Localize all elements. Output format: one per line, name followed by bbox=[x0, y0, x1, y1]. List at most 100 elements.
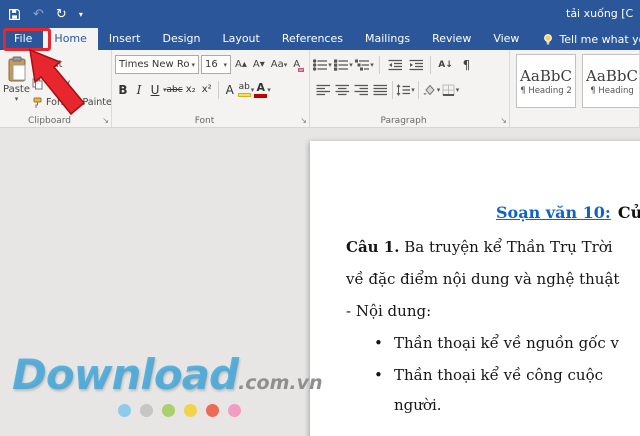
shading-button[interactable]: ▾ bbox=[422, 80, 441, 100]
italic-button[interactable]: I bbox=[131, 79, 147, 100]
text-effects-button[interactable]: A bbox=[222, 79, 238, 100]
subscript-button[interactable]: x₂ bbox=[183, 79, 199, 100]
align-right-icon bbox=[354, 84, 368, 95]
divider bbox=[392, 80, 393, 99]
format-painter-icon bbox=[33, 97, 42, 108]
sort-button[interactable]: A↓ bbox=[436, 55, 455, 75]
heading-rest: Củ bbox=[617, 203, 640, 222]
tab-insert[interactable]: Insert bbox=[98, 28, 152, 50]
save-icon[interactable] bbox=[8, 8, 21, 21]
numbering-button[interactable]: ▾ bbox=[334, 55, 353, 75]
window-title: tải xuống [C bbox=[566, 7, 634, 20]
paragraph-dialog-launcher-icon[interactable]: ↘ bbox=[500, 117, 507, 125]
tab-design[interactable]: Design bbox=[151, 28, 211, 50]
bullet-line: Thần thoại kể về nguồn gốc v bbox=[394, 334, 620, 352]
heading-link[interactable]: Soạn văn 10: bbox=[496, 203, 611, 222]
increase-indent-button[interactable] bbox=[406, 55, 425, 75]
tab-file[interactable]: File bbox=[3, 28, 43, 50]
tab-view[interactable]: View bbox=[482, 28, 530, 50]
justify-icon bbox=[373, 84, 387, 95]
multilevel-caret-icon: ▾ bbox=[370, 60, 374, 69]
clear-formatting-button[interactable]: A bbox=[291, 55, 305, 74]
change-case-button[interactable]: Aa ▾ bbox=[269, 55, 289, 74]
cut-label: Cut bbox=[46, 59, 63, 70]
paragraph-line: về đặc điểm nội dung và nghệ thuật bbox=[346, 270, 620, 288]
shrink-font-button[interactable]: A▾ bbox=[251, 55, 267, 74]
paste-button[interactable]: Paste ▾ bbox=[3, 52, 30, 112]
paragraph-line: - Nội dung: bbox=[346, 302, 432, 320]
tab-review[interactable]: Review bbox=[421, 28, 482, 50]
font-color-button[interactable]: A bbox=[254, 82, 268, 98]
tab-home[interactable]: Home bbox=[43, 28, 98, 50]
format-painter-button[interactable]: Format Painter bbox=[30, 93, 112, 112]
watermark-suffix: .com.vn bbox=[238, 372, 323, 394]
line-spacing-icon bbox=[396, 83, 411, 96]
multilevel-list-icon bbox=[355, 59, 370, 70]
align-left-button[interactable] bbox=[313, 80, 332, 100]
numbering-caret-icon: ▾ bbox=[349, 60, 353, 69]
tell-me-box[interactable]: Tell me what you want to do... bbox=[542, 28, 640, 50]
paragraph-group: ▾ ▾ ▾ A↓ ¶ ▾ ▾ ▾ Paragraph ↘ bbox=[310, 50, 510, 127]
multilevel-list-button[interactable]: ▾ bbox=[355, 55, 374, 75]
style-name: ¶ Heading 2 bbox=[520, 86, 572, 96]
bullet-line: Thần thoại kể về công cuộc bbox=[394, 366, 604, 384]
divider bbox=[379, 55, 380, 74]
copy-label: Copy bbox=[46, 78, 71, 89]
cut-button[interactable]: Cut bbox=[30, 55, 111, 74]
paste-caret-icon: ▾ bbox=[14, 95, 19, 103]
font-name-combo[interactable]: Times New Ro ▾ bbox=[115, 55, 199, 74]
decrease-indent-button[interactable] bbox=[385, 55, 404, 75]
text-highlight-button[interactable]: ab bbox=[237, 82, 251, 97]
copy-icon bbox=[32, 78, 43, 89]
increase-indent-icon bbox=[409, 59, 423, 70]
underline-button[interactable]: U bbox=[147, 79, 163, 100]
font-size-combo[interactable]: 16 ▾ bbox=[201, 55, 231, 74]
redo-icon[interactable]: ↻ bbox=[56, 7, 67, 22]
align-right-button[interactable] bbox=[351, 80, 370, 100]
clipboard-dialog-launcher-icon[interactable]: ↘ bbox=[102, 117, 109, 125]
show-paragraph-marks-button[interactable]: ¶ bbox=[457, 55, 476, 75]
justify-button[interactable] bbox=[370, 80, 389, 100]
ribbon: Paste ▾ Cut Copy Format Painter Clipboar… bbox=[0, 50, 640, 128]
decrease-indent-icon bbox=[388, 59, 402, 70]
bullet-icon: • bbox=[374, 334, 383, 352]
word-window: ↶ ↻ ▾ tải xuống [C File Home Insert Desi… bbox=[0, 0, 640, 436]
qat-customize-icon[interactable]: ▾ bbox=[79, 10, 83, 19]
change-case-label: Aa bbox=[270, 59, 284, 70]
highlight-label: ab bbox=[238, 82, 250, 92]
dot-icon bbox=[184, 404, 197, 417]
question-label: Câu 1. bbox=[346, 238, 400, 256]
style-heading-next[interactable]: AaBbC ¶ Heading bbox=[582, 54, 639, 108]
paste-icon bbox=[8, 56, 25, 82]
numbering-icon bbox=[334, 59, 349, 71]
style-preview: AaBbC bbox=[520, 67, 572, 85]
tab-layout[interactable]: Layout bbox=[211, 28, 270, 50]
grow-font-button[interactable]: A▴ bbox=[233, 55, 249, 74]
format-painter-label: Format Painter bbox=[46, 97, 112, 108]
change-case-caret-icon: ▾ bbox=[283, 60, 288, 69]
undo-icon[interactable]: ↶ bbox=[33, 7, 44, 22]
paragraph-group-label: Paragraph bbox=[380, 116, 427, 126]
tab-mailings[interactable]: Mailings bbox=[354, 28, 421, 50]
superscript-button[interactable]: x² bbox=[199, 79, 215, 100]
tab-references[interactable]: References bbox=[271, 28, 354, 50]
bullet-continuation-line: người. bbox=[394, 396, 442, 414]
font-color-caret-icon[interactable]: ▾ bbox=[267, 86, 271, 94]
dot-icon bbox=[206, 404, 219, 417]
style-heading2[interactable]: AaBbC ¶ Heading 2 bbox=[516, 54, 576, 108]
document-page[interactable]: Soạn văn 10: Củ Câu 1. Ba truyện kể Thần … bbox=[310, 141, 640, 436]
font-dialog-launcher-icon[interactable]: ↘ bbox=[300, 117, 307, 125]
bullets-button[interactable]: ▾ bbox=[313, 55, 332, 75]
clipboard-group-label: Clipboard bbox=[28, 116, 71, 126]
sort-label: A↓ bbox=[438, 59, 453, 70]
align-center-button[interactable] bbox=[332, 80, 351, 100]
borders-icon bbox=[442, 84, 455, 96]
borders-button[interactable]: ▾ bbox=[441, 80, 460, 100]
watermark-dots bbox=[118, 404, 241, 417]
line-spacing-button[interactable]: ▾ bbox=[396, 80, 415, 100]
quick-access-toolbar: ↶ ↻ ▾ bbox=[8, 0, 83, 28]
paste-label: Paste bbox=[3, 84, 30, 95]
strikethrough-button[interactable]: abc bbox=[167, 79, 183, 100]
copy-button[interactable]: Copy bbox=[30, 74, 111, 93]
bold-button[interactable]: B bbox=[115, 79, 131, 100]
